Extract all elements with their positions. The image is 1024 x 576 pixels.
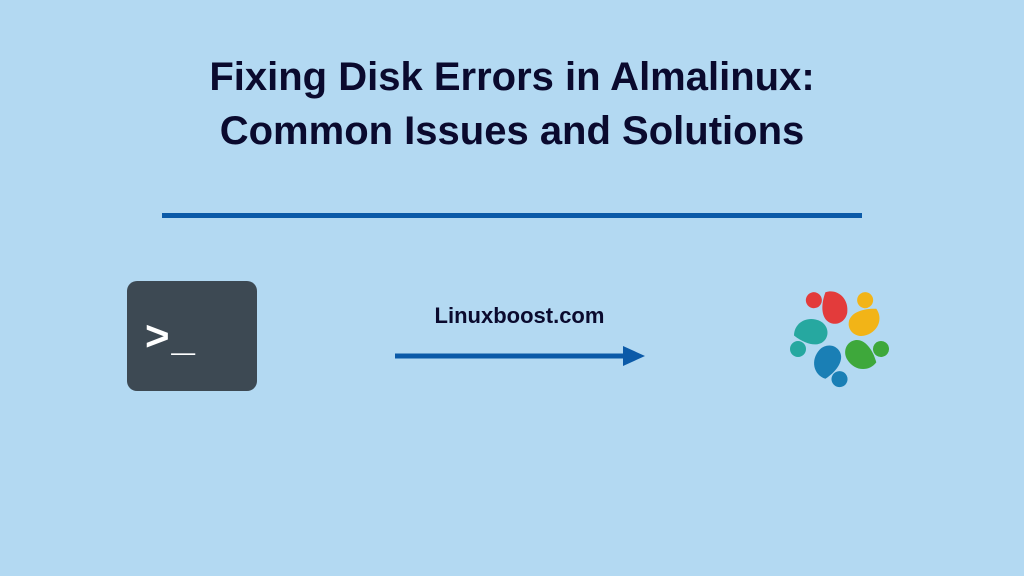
horizontal-divider xyxy=(162,213,862,218)
almalinux-logo-icon xyxy=(782,278,897,393)
terminal-prompt-text: >_ xyxy=(145,315,197,357)
page-title: Fixing Disk Errors in Almalinux: Common … xyxy=(209,50,814,158)
terminal-icon: >_ xyxy=(127,281,257,391)
title-line-1: Fixing Disk Errors in Almalinux: xyxy=(209,55,814,99)
title-line-2: Common Issues and Solutions xyxy=(220,109,805,153)
center-section: Linuxboost.com xyxy=(395,303,645,368)
brand-label: Linuxboost.com xyxy=(435,303,605,329)
content-row: >_ Linuxboost.com xyxy=(127,278,897,393)
arrow-right-icon xyxy=(395,344,645,368)
